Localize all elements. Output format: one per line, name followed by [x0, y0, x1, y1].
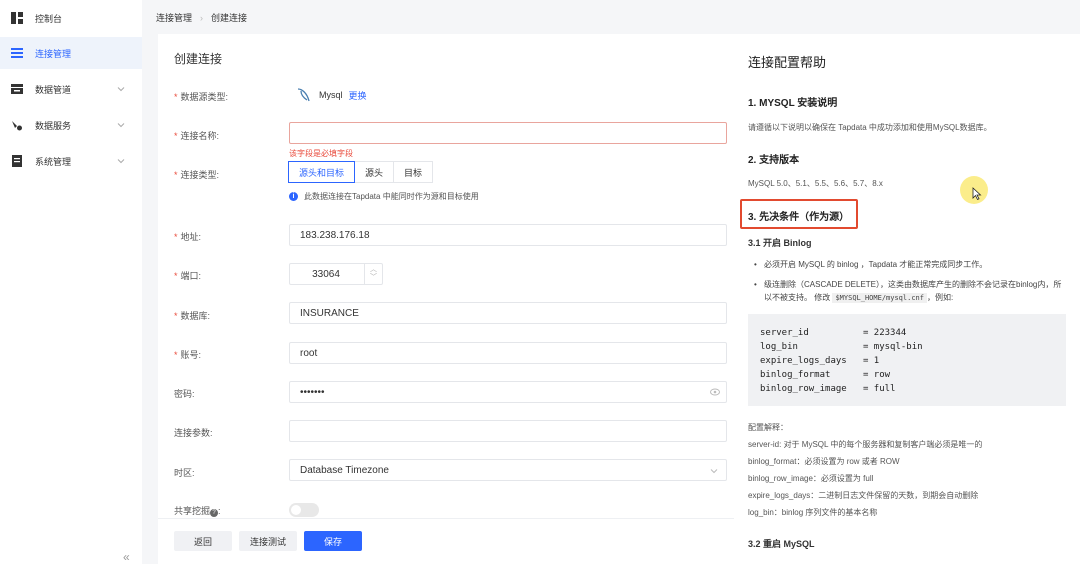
port-spin-buttons[interactable]: ︿ ﹀ [364, 264, 382, 284]
back-button[interactable]: 返回 [174, 531, 232, 551]
chevron-down-icon [710, 469, 718, 474]
sidebar-item-connections[interactable]: 连接管理 [0, 37, 142, 69]
sidebar-item-label: 控制台 [35, 13, 63, 24]
help-section-versions: 2. 支持版本 [748, 155, 800, 166]
help-icon: ? [210, 509, 219, 517]
help-title: 连接配置帮助 [748, 55, 827, 70]
help-section-install: 1. MYSQL 安装说明 [748, 98, 838, 109]
change-source-link[interactable]: 更换 [349, 89, 367, 102]
help-restart-title: 3.2 重启 MySQL [748, 539, 815, 549]
connection-type-segmented: 源头和目标 源头 目标 [288, 161, 434, 183]
conn-type-source-target[interactable]: 源头和目标 [288, 161, 356, 183]
password-input[interactable]: ••••••• [289, 381, 727, 403]
database-input[interactable]: INSURANCE [289, 302, 727, 324]
eye-icon[interactable] [710, 388, 720, 396]
sidebar-item-pipeline[interactable]: 数据管道 [0, 73, 142, 105]
timezone-label: 时区: [174, 468, 195, 478]
help-panel: 连接配置帮助 1. MYSQL 安装说明 请遵循以下说明以确保在 Tapdata… [734, 34, 1080, 564]
password-label: 密码: [174, 389, 195, 399]
help-note: binlog_format：必须设置为 row 或者 ROW [748, 457, 900, 466]
port-stepper[interactable]: 33064 ︿ ﹀ [289, 263, 383, 285]
sidebar: 控制台 连接管理 数据管道 数据服务 系统管理 « [0, 0, 142, 564]
sidebar-item-label: 数据管道 [35, 84, 72, 95]
sidebar-item-label: 连接管理 [35, 48, 72, 59]
main-area: 连接管理 › 创建连接 创建连接 * 数据源类型: Mysql 更换 * 连接名称:… [142, 0, 1080, 564]
source-type-label: * 数据源类型: [174, 92, 229, 102]
help-note: server-id: 对于 MySQL 中的每个服务器和复制客户端必须是唯一的 [748, 440, 983, 449]
share-mining-label: 共享挖掘?: [174, 506, 221, 517]
connection-form: 创建连接 * 数据源类型: Mysql 更换 * 连接名称: 该字段是必填字段 * 连… [158, 34, 736, 518]
host-label: * 地址: [174, 232, 202, 242]
conn-type-source[interactable]: 源头 [354, 161, 395, 183]
source-type: Mysql 更换 [295, 86, 367, 104]
breadcrumb-separator-icon: › [200, 12, 204, 23]
help-install-text: 请遵循以下说明以确保在 Tapdata 中成功添加和使用MySQL数据库。 [748, 123, 992, 132]
share-mining-toggle[interactable] [289, 503, 319, 517]
chevron-down-icon [117, 159, 125, 164]
breadcrumb-current: 创建连接 [211, 13, 248, 23]
collapse-sidebar-button[interactable]: « [123, 550, 130, 564]
account-label: * 账号: [174, 350, 202, 360]
help-notes-title: 配置解释： [748, 423, 788, 432]
dashboard-icon [11, 12, 23, 24]
config-code-block: server_id = 223344 log_bin = mysql-bin exp… [748, 314, 1066, 406]
sidebar-item-system[interactable]: 系统管理 [0, 145, 142, 177]
form-footer: 返回 连接测试 保存 [158, 518, 736, 564]
breadcrumb-parent[interactable]: 连接管理 [156, 11, 192, 24]
help-versions-text: MySQL 5.0、5.1、5.5、5.6、5.7、8.x [748, 179, 883, 188]
connection-type-hint: i 此数据连接在Tapdata 中能同时作为源和目标使用 [289, 191, 479, 202]
info-icon: i [289, 192, 298, 201]
chevron-down-icon: ﹀ [370, 274, 377, 281]
chevron-down-icon [117, 87, 125, 92]
params-input[interactable] [289, 420, 727, 442]
save-button[interactable]: 保存 [304, 531, 362, 551]
port-label: * 端口: [174, 271, 202, 281]
connection-icon [11, 47, 23, 59]
form-title: 创建连接 [174, 52, 223, 66]
help-note: binlog_row_image：必须设置为 full [748, 474, 874, 483]
pipeline-icon [11, 83, 23, 95]
connection-name-label: * 连接名称: [174, 131, 220, 141]
help-note: expire_logs_days：二进制日志文件保留的天数，到期会自动删除 [748, 491, 979, 500]
host-input[interactable]: 183.238.176.18 [289, 224, 727, 246]
connection-name-error: 该字段是必填字段 [289, 149, 353, 158]
params-label: 连接参数: [174, 428, 213, 438]
connection-name-input[interactable] [289, 122, 727, 144]
conn-type-target[interactable]: 目标 [393, 161, 434, 183]
mysql-logo-icon [297, 88, 310, 102]
breadcrumb: 连接管理 › 创建连接 [156, 11, 247, 24]
help-section-prereq: 3. 先决条件（作为源） [748, 212, 850, 223]
test-connection-button[interactable]: 连接测试 [239, 531, 297, 551]
system-icon [11, 155, 23, 167]
service-icon [11, 119, 23, 131]
help-bullet-cascade: 级连删除（CASCADE DELETE），这类由数据库产生的删除不会记录在bin… [754, 278, 1068, 305]
sidebar-item-label: 数据服务 [35, 120, 72, 131]
chevron-down-icon [117, 123, 125, 128]
chevron-up-icon: ︿ [370, 266, 377, 273]
sidebar-item-data-service[interactable]: 数据服务 [0, 109, 142, 141]
connection-type-label: * 连接类型: [174, 170, 220, 180]
source-type-value: Mysql [319, 90, 343, 100]
sidebar-item-label: 系统管理 [35, 156, 72, 167]
help-note: log_bin：binlog 序列文件的基本名称 [748, 508, 878, 517]
sidebar-item-console[interactable]: 控制台 [0, 2, 142, 34]
database-label: * 数据库: [174, 311, 211, 321]
help-binlog-title: 3.1 开启 Binlog [748, 238, 812, 248]
mouse-cursor-icon [972, 187, 982, 201]
account-input[interactable]: root [289, 342, 727, 364]
help-bullet-binlog: 必须开启 MySQL 的 binlog ，Tapdata 才能正常完成同步工作。 [754, 258, 1068, 271]
config-path: $MYSQL_HOME/mysql.cnf [832, 293, 927, 303]
timezone-select[interactable]: Database Timezone [289, 459, 727, 481]
